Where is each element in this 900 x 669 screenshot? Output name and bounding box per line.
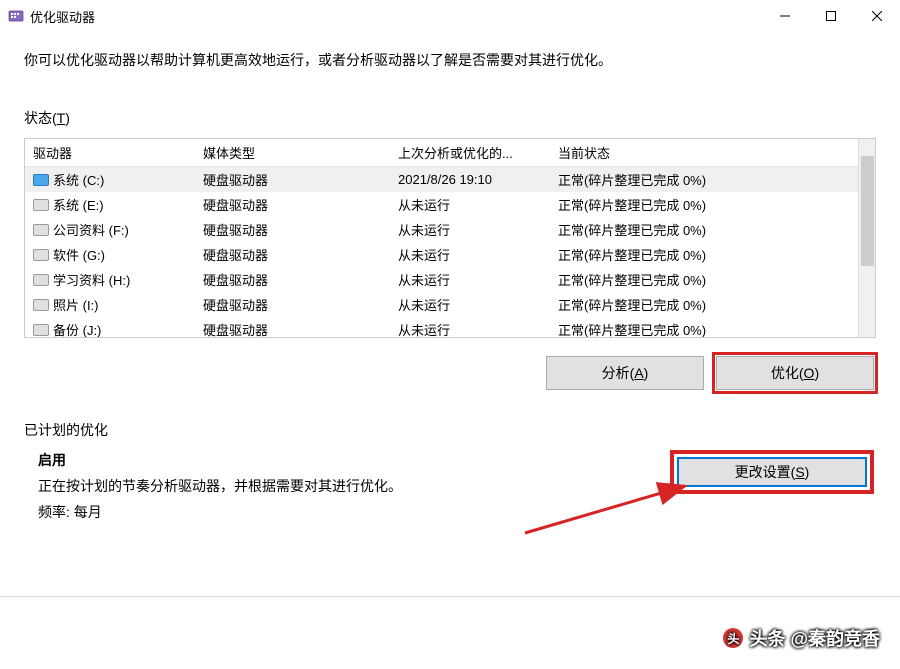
vertical-scrollbar[interactable] bbox=[858, 139, 875, 337]
table-row[interactable]: 学习资料 (H:) 硬盘驱动器从未运行正常(碎片整理已完成 0%) bbox=[25, 267, 875, 292]
drive-media: 硬盘驱动器 bbox=[195, 167, 390, 193]
drive-status: 正常(碎片整理已完成 0%) bbox=[550, 242, 875, 267]
defrag-icon bbox=[8, 8, 24, 24]
drive-name: 学习资料 (H:) bbox=[53, 273, 130, 288]
drive-last: 从未运行 bbox=[390, 217, 550, 242]
drive-media: 硬盘驱动器 bbox=[195, 192, 390, 217]
drive-media: 硬盘驱动器 bbox=[195, 242, 390, 267]
drive-media: 硬盘驱动器 bbox=[195, 217, 390, 242]
drive-last: 2021/8/26 19:10 bbox=[390, 167, 550, 193]
scheduled-frequency: 频率: 每月 bbox=[38, 502, 402, 522]
scheduled-enabled-label: 启用 bbox=[38, 450, 402, 470]
drive-status: 正常(碎片整理已完成 0%) bbox=[550, 167, 875, 193]
drive-last: 从未运行 bbox=[390, 292, 550, 317]
change-settings-button[interactable]: 更改设置(S) bbox=[677, 457, 867, 487]
watermark-icon: 头 bbox=[723, 628, 743, 648]
drive-icon bbox=[33, 249, 49, 261]
minimize-button[interactable] bbox=[762, 0, 808, 32]
column-header-last[interactable]: 上次分析或优化的... bbox=[390, 139, 550, 167]
drive-media: 硬盘驱动器 bbox=[195, 317, 390, 338]
drive-name: 备份 (J:) bbox=[53, 323, 101, 338]
drive-status: 正常(碎片整理已完成 0%) bbox=[550, 267, 875, 292]
drive-status: 正常(碎片整理已完成 0%) bbox=[550, 317, 875, 338]
drive-media: 硬盘驱动器 bbox=[195, 292, 390, 317]
drive-last: 从未运行 bbox=[390, 192, 550, 217]
table-row[interactable]: 照片 (I:) 硬盘驱动器从未运行正常(碎片整理已完成 0%) bbox=[25, 292, 875, 317]
drive-name: 照片 (I:) bbox=[53, 298, 99, 313]
description-text: 你可以优化驱动器以帮助计算机更高效地运行，或者分析驱动器以了解是否需要对其进行优… bbox=[24, 50, 876, 70]
column-header-drive[interactable]: 驱动器 bbox=[25, 139, 195, 167]
drive-status: 正常(碎片整理已完成 0%) bbox=[550, 217, 875, 242]
close-button[interactable] bbox=[854, 0, 900, 32]
drive-icon bbox=[33, 174, 49, 186]
drive-name: 软件 (G:) bbox=[53, 248, 105, 263]
table-row[interactable]: 公司资料 (F:) 硬盘驱动器从未运行正常(碎片整理已完成 0%) bbox=[25, 217, 875, 242]
drive-icon bbox=[33, 274, 49, 286]
drive-last: 从未运行 bbox=[390, 242, 550, 267]
analyze-button[interactable]: 分析(A) bbox=[546, 356, 704, 390]
table-row[interactable]: 系统 (E:) 硬盘驱动器从未运行正常(碎片整理已完成 0%) bbox=[25, 192, 875, 217]
watermark: 头 头条 @秦韵竞香 bbox=[723, 625, 880, 651]
divider bbox=[0, 596, 900, 597]
drive-name: 系统 (E:) bbox=[53, 198, 104, 213]
drive-status: 正常(碎片整理已完成 0%) bbox=[550, 192, 875, 217]
table-row[interactable]: 系统 (C:) 硬盘驱动器2021/8/26 19:10正常(碎片整理已完成 0%… bbox=[25, 167, 875, 193]
window-title: 优化驱动器 bbox=[30, 7, 762, 26]
drive-icon bbox=[33, 224, 49, 236]
table-row[interactable]: 软件 (G:) 硬盘驱动器从未运行正常(碎片整理已完成 0%) bbox=[25, 242, 875, 267]
drive-icon bbox=[33, 299, 49, 311]
maximize-button[interactable] bbox=[808, 0, 854, 32]
drive-name: 系统 (C:) bbox=[53, 173, 104, 188]
scrollbar-thumb[interactable] bbox=[861, 156, 874, 266]
column-header-media[interactable]: 媒体类型 bbox=[195, 139, 390, 167]
drive-last: 从未运行 bbox=[390, 317, 550, 338]
status-section-label: 状态(T) bbox=[24, 108, 876, 128]
drive-icon bbox=[33, 199, 49, 211]
drive-last: 从未运行 bbox=[390, 267, 550, 292]
drive-icon bbox=[33, 324, 49, 336]
drive-media: 硬盘驱动器 bbox=[195, 267, 390, 292]
drive-status: 正常(碎片整理已完成 0%) bbox=[550, 292, 875, 317]
scheduled-section-label: 已计划的优化 bbox=[24, 420, 876, 440]
table-row[interactable]: 备份 (J:) 硬盘驱动器从未运行正常(碎片整理已完成 0%) bbox=[25, 317, 875, 338]
drive-list[interactable]: 驱动器 媒体类型 上次分析或优化的... 当前状态 系统 (C:)硬盘驱动器20… bbox=[24, 138, 876, 338]
scheduled-description: 正在按计划的节奏分析驱动器，并根据需要对其进行优化。 bbox=[38, 476, 402, 496]
column-header-status[interactable]: 当前状态 bbox=[550, 139, 875, 167]
drive-name: 公司资料 (F:) bbox=[53, 223, 129, 238]
optimize-button[interactable]: 优化(O) bbox=[716, 356, 874, 390]
